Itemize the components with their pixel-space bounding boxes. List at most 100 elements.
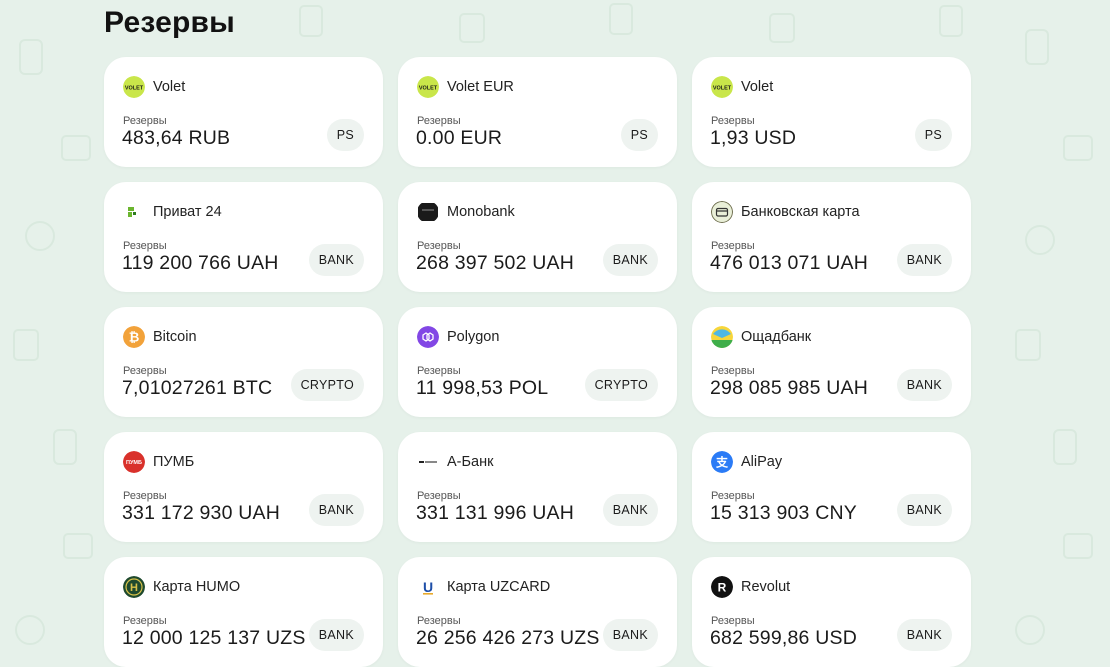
reserve-type-badge: CRYPTO — [584, 369, 658, 401]
reserve-card-header: Monobank — [417, 201, 515, 223]
reserve-type-badge: BANK — [602, 494, 658, 526]
reserve-card-header: ПУМБ ПУМБ — [123, 451, 194, 473]
reserve-amount: 331 172 930 UAH — [122, 502, 281, 524]
reserve-amount: 7,01027261 BTC — [122, 377, 273, 399]
svg-text:H: H — [130, 582, 138, 594]
reserve-card[interactable]: Банковская карта Резервы 476 013 071 UAH BA… — [692, 182, 971, 292]
reserve-label: Резервы — [123, 240, 167, 252]
reserves-grid: VOLET Volet Резервы 483,64 RUB PS VOLET Volet … — [104, 57, 971, 667]
reserve-amount: 268 397 502 UAH — [416, 252, 575, 274]
svg-text:VOLET: VOLET — [419, 86, 438, 92]
reserve-name: Bitcoin — [153, 329, 197, 345]
reserve-type-badge: BANK — [896, 619, 952, 651]
reserve-label: Резервы — [417, 365, 461, 377]
reserve-label: Резервы — [123, 115, 167, 127]
reserve-card-header: U Карта UZCARD — [417, 576, 550, 598]
humo-icon: H — [123, 576, 145, 598]
reserve-card[interactable]: Monobank Резервы 268 397 502 UAH BANK — [398, 182, 677, 292]
reserve-card[interactable]: U Карта UZCARD Резервы 26 256 426 273 UZS BA… — [398, 557, 677, 667]
reserve-label: Резервы — [417, 115, 461, 127]
alipay-icon: 支 — [711, 451, 733, 473]
reserve-label: Резервы — [123, 615, 167, 627]
reserve-amount: 12 000 125 137 UZS — [122, 627, 306, 649]
reserve-type-badge: BANK — [896, 494, 952, 526]
reserve-type-badge: BANK — [602, 244, 658, 276]
reserve-name: Приват 24 — [153, 204, 222, 220]
reserve-label: Резервы — [417, 490, 461, 502]
reserve-card[interactable]: ₿ Bitcoin Резервы 7,01027261 BTC CRYPTO — [104, 307, 383, 417]
reserve-type-badge: BANK — [308, 244, 364, 276]
reserve-amount: 483,64 RUB — [122, 127, 231, 149]
reserve-amount: 682 599,86 USD — [710, 627, 857, 649]
reserve-card[interactable]: Ощадбанк Резервы 298 085 985 UAH BANK — [692, 307, 971, 417]
reserve-amount: 0.00 EUR — [416, 127, 503, 149]
reserve-name: Monobank — [447, 204, 515, 220]
reserve-type-badge: BANK — [896, 369, 952, 401]
reserve-label: Резервы — [711, 490, 755, 502]
reserve-card[interactable]: VOLET Volet Резервы 1,93 USD PS — [692, 57, 971, 167]
reserve-card[interactable]: 支 AliPay Резервы 15 313 903 CNY BANK — [692, 432, 971, 542]
reserve-name: Polygon — [447, 329, 500, 345]
reserve-card[interactable]: Приват 24 Резервы 119 200 766 UAH BANK — [104, 182, 383, 292]
reserve-name: Revolut — [741, 579, 791, 595]
revolut-icon: R — [711, 576, 733, 598]
reserve-label: Резервы — [417, 615, 461, 627]
reserve-amount: 331 131 996 UAH — [416, 502, 575, 524]
reserve-type-badge: CRYPTO — [290, 369, 364, 401]
reserve-label: Резервы — [711, 240, 755, 252]
reserve-card[interactable]: А-Банк Резервы 331 131 996 UAH BANK — [398, 432, 677, 542]
reserve-label: Резервы — [711, 365, 755, 377]
reserve-type-badge: BANK — [896, 244, 952, 276]
bank-card-icon — [711, 201, 733, 223]
volet-icon: VOLET — [711, 76, 733, 98]
reserve-name: Банковская карта — [741, 204, 860, 220]
reserve-card-header: VOLET Volet — [123, 76, 185, 98]
reserve-card-header: А-Банк — [417, 451, 493, 473]
svg-text:支: 支 — [715, 455, 729, 470]
reserve-card-header: Ощадбанк — [711, 326, 811, 348]
reserve-amount: 11 998,53 POL — [416, 377, 549, 399]
reserve-label: Резервы — [417, 240, 461, 252]
reserve-label: Резервы — [711, 615, 755, 627]
reserve-name: Volet EUR — [447, 79, 514, 95]
reserve-name: ПУМБ — [153, 454, 195, 470]
reserve-card-header: Банковская карта — [711, 201, 860, 223]
svg-text:₿: ₿ — [129, 331, 140, 346]
reserve-type-badge: BANK — [602, 619, 658, 651]
reserve-amount: 298 085 985 UAH — [710, 377, 869, 399]
reserve-card[interactable]: R Revolut Резервы 682 599,86 USD BANK — [692, 557, 971, 667]
reserve-type-badge: BANK — [308, 619, 364, 651]
reserve-card[interactable]: ПУМБ ПУМБ Резервы 331 172 930 UAH BANK — [104, 432, 383, 542]
reserve-amount: 119 200 766 UAH — [122, 252, 279, 274]
reserve-type-badge: PS — [326, 119, 364, 151]
reserve-card[interactable]: H Карта HUMO Резервы 12 000 125 137 UZS BANK — [104, 557, 383, 667]
svg-text:VOLET: VOLET — [125, 86, 144, 92]
reserve-card-header: VOLET Volet EUR — [417, 76, 514, 98]
reserve-name: А-Банк — [447, 454, 494, 470]
bitcoin-icon: ₿ — [123, 326, 145, 348]
reserve-card-header: 支 AliPay — [711, 451, 782, 473]
reserve-amount: 26 256 426 273 UZS — [416, 627, 600, 649]
monobank-icon — [417, 201, 439, 223]
svg-text:U: U — [423, 579, 433, 595]
reserve-card-header: H Карта HUMO — [123, 576, 240, 598]
reserve-name: Карта HUMO — [153, 579, 241, 595]
reserve-card[interactable]: Polygon Резервы 11 998,53 POL CRYPTO — [398, 307, 677, 417]
reserve-card-header: R Revolut — [711, 576, 790, 598]
volet-icon: VOLET — [123, 76, 145, 98]
reserve-card-header: Приват 24 — [123, 201, 222, 223]
reserve-card-header: Polygon — [417, 326, 499, 348]
reserve-amount: 1,93 USD — [710, 127, 797, 149]
reserve-card[interactable]: VOLET Volet EUR Резервы 0.00 EUR PS — [398, 57, 677, 167]
reserve-label: Резервы — [123, 365, 167, 377]
reserve-card[interactable]: VOLET Volet Резервы 483,64 RUB PS — [104, 57, 383, 167]
reserve-type-badge: PS — [620, 119, 658, 151]
reserve-name: Volet — [153, 79, 186, 95]
reserve-type-badge: BANK — [308, 494, 364, 526]
oschadbank-icon — [711, 326, 733, 348]
reserve-card-header: ₿ Bitcoin — [123, 326, 197, 348]
svg-text:ПУМБ: ПУМБ — [126, 460, 142, 466]
abank-icon — [417, 451, 439, 473]
reserve-type-badge: PS — [914, 119, 952, 151]
reserve-name: Карта UZCARD — [447, 579, 551, 595]
